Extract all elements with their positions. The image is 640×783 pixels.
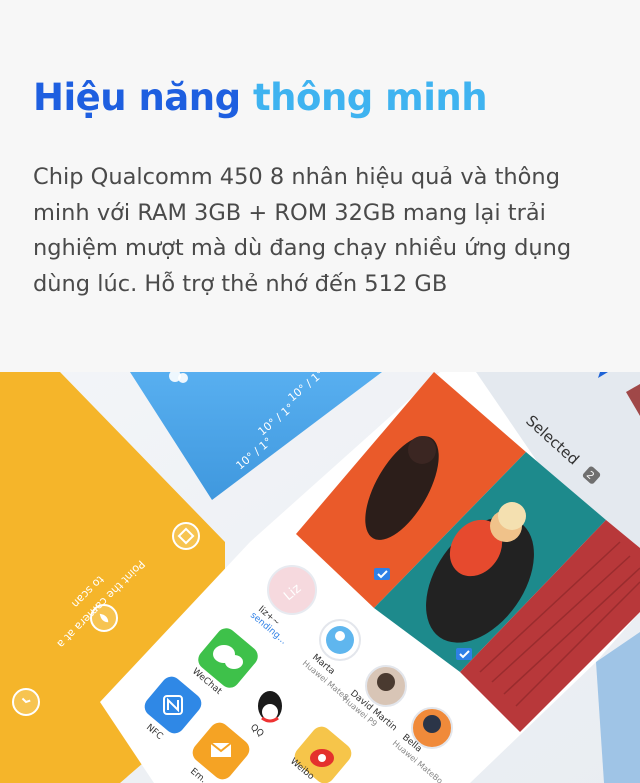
feature-header: Hiệu năng thông minh Chip Qualcomm 450 8… (0, 0, 640, 372)
photo-check-icon-2 (456, 648, 472, 660)
feature-title: Hiệu năng thông minh (33, 76, 488, 119)
feature-description: Chip Qualcomm 450 8 nhân hiệu quả và thô… (33, 164, 572, 297)
title-part-2: thông minh (253, 76, 488, 119)
phone-screens-illustration: Point the camera at a to scan 10° / 1° 1… (0, 372, 640, 783)
weibo-icon (310, 749, 334, 767)
email-icon (210, 742, 232, 757)
photo-check-icon-1 (374, 568, 390, 580)
qq-icon (258, 691, 282, 723)
title-part-1: Hiệu năng (33, 76, 241, 119)
